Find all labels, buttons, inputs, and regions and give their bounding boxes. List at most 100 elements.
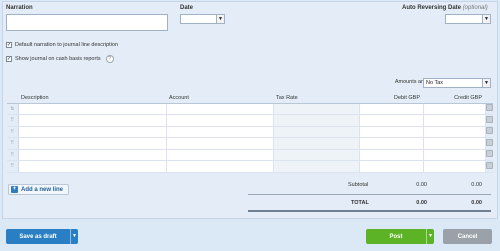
account-cell[interactable] [166, 114, 274, 127]
delete-row-icon[interactable] [485, 114, 493, 127]
drag-handle-icon[interactable]: ⠿ [7, 114, 19, 127]
auto-reversing-date-picker[interactable]: ▼ [445, 14, 491, 24]
cancel-label: Cancel [457, 233, 478, 240]
chevron-down-icon[interactable]: ▼ [426, 229, 434, 244]
amounts-are-label: Amounts are [394, 79, 426, 85]
debit-cell[interactable] [359, 137, 424, 150]
account-cell[interactable] [166, 126, 274, 138]
tax-rate-cell[interactable] [273, 149, 360, 161]
credit-cell[interactable] [423, 114, 486, 127]
delete-row-button[interactable] [485, 138, 493, 146]
handle-column-header [7, 93, 18, 104]
delete-row-icon[interactable] [485, 149, 493, 161]
date-label: Date [180, 5, 194, 11]
description-cell[interactable] [18, 103, 167, 115]
tax-rate-cell[interactable] [273, 114, 360, 127]
tax-rate-cell[interactable] [273, 126, 360, 138]
delete-row-button[interactable] [485, 150, 493, 158]
debit-cell[interactable] [359, 160, 424, 173]
account-cell[interactable] [166, 149, 274, 161]
amounts-are-value: No Tax [426, 80, 444, 86]
auto-reversing-label-text: Auto Reversing Date [402, 5, 462, 11]
table-header-row: Description Account Tax Rate Debit GBP C… [7, 93, 493, 104]
save-as-draft-button[interactable]: Save as draft ▼ [6, 229, 78, 244]
add-new-line-button[interactable]: + Add a new line [8, 184, 70, 195]
description-cell[interactable] [18, 126, 167, 138]
subtotal-credit: 0.00 [471, 182, 482, 188]
default-narration-checkbox[interactable]: ✓ [6, 42, 12, 48]
account-column-header: Account [166, 93, 273, 104]
default-narration-option[interactable]: ✓ Default narration to journal line desc… [6, 42, 118, 48]
delete-row-button[interactable] [485, 161, 493, 169]
sort-arrows-icon[interactable]: ⇅ [7, 103, 19, 115]
description-cell[interactable] [18, 114, 167, 127]
credit-column-header: Credit GBP [423, 93, 485, 104]
delete-row-icon[interactable] [485, 160, 493, 173]
table-row: ⇅ [7, 103, 493, 115]
debit-cell[interactable] [359, 103, 424, 115]
narration-input[interactable] [6, 14, 168, 31]
cancel-button[interactable]: Cancel [443, 229, 492, 244]
journal-lines-table: Description Account Tax Rate Debit GBP C… [7, 93, 493, 173]
description-cell[interactable] [18, 149, 167, 161]
add-new-line-label: Add a new line [21, 186, 64, 193]
credit-cell[interactable] [423, 126, 486, 138]
credit-cell[interactable] [423, 149, 486, 161]
table-row: ⠿ [7, 126, 493, 138]
delete-column-header [485, 93, 493, 104]
save-as-draft-label: Save as draft [19, 233, 57, 240]
drag-handle-icon[interactable]: ⠿ [7, 126, 19, 138]
chevron-down-icon[interactable]: ▼ [70, 229, 78, 244]
delete-row-button[interactable] [485, 127, 493, 135]
drag-handle-icon[interactable]: ⠿ [7, 160, 19, 173]
debit-column-header: Debit GBP [359, 93, 423, 104]
description-cell[interactable] [18, 160, 167, 173]
optional-hint: (optional) [462, 5, 488, 11]
credit-cell[interactable] [423, 160, 486, 173]
delete-row-icon[interactable] [485, 137, 493, 150]
delete-row-icon[interactable] [485, 103, 493, 115]
account-cell[interactable] [166, 103, 274, 115]
plus-icon: + [11, 186, 18, 193]
drag-handle-icon[interactable]: ⠿ [7, 137, 19, 150]
narration-label: Narration [6, 5, 33, 11]
total-divider [248, 210, 491, 212]
tax-rate-column-header: Tax Rate [273, 93, 359, 104]
chevron-down-icon[interactable]: ▼ [482, 15, 490, 23]
drag-handle-icon[interactable]: ⠿ [7, 149, 19, 161]
delete-row-button[interactable] [485, 115, 493, 123]
tax-rate-cell[interactable] [273, 160, 360, 173]
total-debit: 0.00 [416, 200, 427, 206]
debit-cell[interactable] [359, 149, 424, 161]
subtotal-debit: 0.00 [416, 182, 427, 188]
cash-basis-option[interactable]: ✓ Show journal on cash basis reports ? [6, 55, 114, 63]
table-row: ⠿ [7, 149, 493, 161]
help-icon[interactable]: ? [105, 55, 114, 63]
post-button[interactable]: Post ▼ [366, 229, 434, 244]
description-column-header: Description [18, 93, 166, 104]
credit-cell[interactable] [423, 103, 486, 115]
delete-row-icon[interactable] [485, 126, 493, 138]
debit-cell[interactable] [359, 126, 424, 138]
tax-rate-cell[interactable] [273, 137, 360, 150]
table-row: ⠿ [7, 160, 493, 173]
amounts-are-select[interactable]: No Tax ▼ [423, 78, 491, 88]
post-label: Post [389, 233, 403, 240]
default-narration-text: Default narration to journal line descri… [15, 42, 119, 48]
description-cell[interactable] [18, 137, 167, 150]
table-row: ⠿ [7, 137, 493, 150]
delete-row-button[interactable] [485, 104, 493, 112]
table-row: ⠿ [7, 114, 493, 127]
cash-basis-text: Show journal on cash basis reports [15, 56, 101, 62]
subtotal-divider [248, 194, 491, 195]
credit-cell[interactable] [423, 137, 486, 150]
tax-rate-cell[interactable] [273, 103, 360, 115]
debit-cell[interactable] [359, 114, 424, 127]
cash-basis-checkbox[interactable]: ✓ [6, 56, 12, 62]
account-cell[interactable] [166, 137, 274, 150]
subtotal-label: Subtotal [348, 182, 369, 188]
account-cell[interactable] [166, 160, 274, 173]
date-picker[interactable]: ▼ [180, 14, 225, 24]
chevron-down-icon[interactable]: ▼ [482, 79, 490, 87]
chevron-down-icon[interactable]: ▼ [216, 15, 224, 23]
